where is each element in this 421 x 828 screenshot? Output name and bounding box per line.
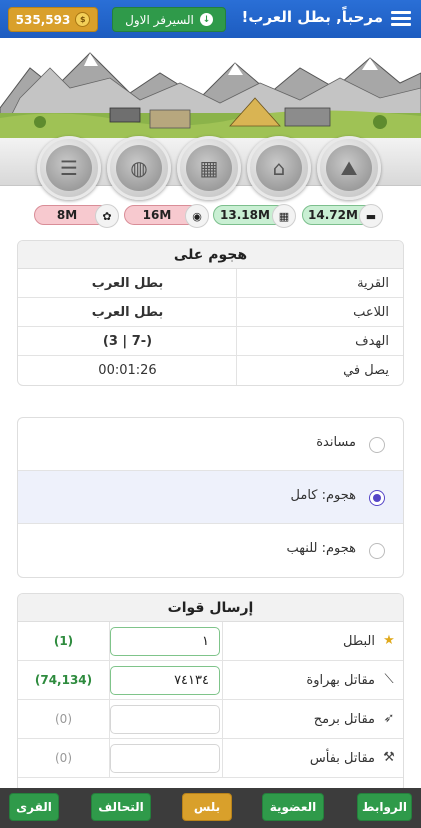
storage-icon: ◍ — [116, 145, 162, 191]
storage-building[interactable]: ◍ — [107, 136, 171, 200]
nav-plus-button[interactable]: بلس — [182, 793, 232, 821]
radio-button[interactable] — [369, 543, 385, 559]
troop-label: مقاتل بهراوة — [222, 661, 403, 699]
troop-available-count[interactable]: (1) — [18, 622, 110, 660]
download-icon: ↓ — [199, 13, 213, 26]
welcome-text: مرحباً, بطل العرب! — [241, 8, 383, 26]
club-icon: ⟋ — [384, 672, 394, 687]
gold-balance[interactable]: 535,593 $ — [8, 7, 98, 32]
troop-row: مقاتل بفأس ⚒ (0) — [18, 739, 403, 778]
radio-button[interactable] — [369, 437, 385, 453]
nav-membership-button[interactable]: العضوية — [262, 793, 324, 821]
village-landscape — [0, 38, 421, 138]
option-support[interactable]: مساندة — [18, 418, 403, 471]
card-title: هجوم على — [18, 241, 403, 269]
resource-wood: 14.72M ▬ — [302, 204, 383, 228]
mountain-icon: ⛰ — [326, 145, 372, 191]
troop-row: مقاتل برمح ➶ (0) — [18, 700, 403, 739]
resources-building[interactable]: ⛰ — [317, 136, 381, 200]
bottom-nav: الروابط العضوية بلس التحالف القرى — [0, 788, 421, 828]
server-button[interactable]: السيرفر الاول ↓ — [112, 7, 226, 32]
resource-value: 14.72M — [308, 208, 358, 222]
iron-icon: ◉ — [185, 204, 209, 228]
village-link[interactable]: بطل العرب — [18, 269, 237, 297]
troop-quantity-input[interactable] — [110, 705, 220, 734]
scroll-icon: ☰ — [46, 145, 92, 191]
nav-villages-button[interactable]: القرى — [9, 793, 59, 821]
menu-icon[interactable] — [391, 8, 411, 28]
resource-wheat: 8M ✿ — [34, 204, 119, 228]
radio-button[interactable] — [369, 490, 385, 506]
troop-available-count[interactable]: (74,134) — [18, 661, 110, 699]
player-link[interactable]: بطل العرب — [18, 298, 237, 326]
wood-icon: ▬ — [359, 204, 383, 228]
troop-available-count: (0) — [18, 700, 110, 738]
info-row: القرية بطل العرب — [18, 269, 403, 298]
troop-quantity-input[interactable]: ١ — [110, 627, 220, 656]
nav-links-button[interactable]: الروابط — [357, 793, 412, 821]
troop-row: مقاتل بهراوة ⟋ ٧٤١٣٤ (74,134) — [18, 661, 403, 700]
map-building[interactable]: ▦ — [177, 136, 241, 200]
nav-alliance-button[interactable]: التحالف — [91, 793, 151, 821]
info-row: يصل في 00:01:26 — [18, 356, 403, 385]
info-label: يصل في — [236, 356, 403, 385]
resource-value: 8M — [56, 208, 78, 222]
attack-info-card: هجوم على القرية بطل العرب اللاعب بطل الع… — [17, 240, 404, 386]
option-label: هجوم: للنهب — [286, 541, 356, 556]
option-label: مساندة — [316, 435, 356, 450]
info-row: اللاعب بطل العرب — [18, 298, 403, 327]
resource-value: 16M — [142, 208, 172, 222]
map-icon: ▦ — [186, 145, 232, 191]
info-label: اللاعب — [236, 298, 403, 326]
clay-icon: ▦ — [272, 204, 296, 228]
option-full-attack[interactable]: هجوم: كامل — [18, 471, 403, 524]
troop-quantity-input[interactable] — [110, 744, 220, 773]
option-raid[interactable]: هجوم: للنهب — [18, 524, 403, 577]
landscape-illustration — [0, 38, 421, 138]
target-coords[interactable]: (-7 | 3) — [18, 327, 237, 355]
option-label: هجوم: كامل — [290, 488, 356, 503]
top-bar: مرحباً, بطل العرب! السيرفر الاول ↓ 535,5… — [0, 0, 421, 38]
resource-value: 13.18M — [220, 208, 270, 222]
card-title: إرسال قوات — [18, 594, 403, 622]
resource-iron: 16M ◉ — [124, 204, 209, 228]
troop-label: البطل — [222, 622, 403, 660]
troop-available-count: (0) — [18, 739, 110, 777]
info-label: القرية — [236, 269, 403, 297]
troop-label: مقاتل بفأس — [222, 739, 403, 777]
gold-amount: 535,593 — [15, 12, 71, 27]
axe-icon: ⚒ — [383, 750, 395, 765]
coin-icon: $ — [75, 12, 91, 27]
troop-row: البطل ★ ١ (1) — [18, 622, 403, 661]
arrival-time: 00:01:26 — [98, 363, 157, 378]
star-icon: ★ — [383, 633, 395, 648]
info-row: الهدف (-7 | 3) — [18, 327, 403, 356]
resource-clay: 13.18M ▦ — [213, 204, 296, 228]
troop-label: مقاتل برمح — [222, 700, 403, 738]
hut-icon: ⌂ — [256, 145, 302, 191]
wheat-icon: ✿ — [95, 204, 119, 228]
hut-building[interactable]: ⌂ — [247, 136, 311, 200]
attack-type-options: مساندة هجوم: كامل هجوم: للنهب — [17, 417, 404, 578]
send-troops-card: إرسال قوات البطل ★ ١ (1) مقاتل بهراوة ⟋ … — [17, 593, 404, 793]
info-label: الهدف — [236, 327, 403, 355]
server-label: السيرفر الاول — [125, 12, 194, 27]
spear-icon: ➶ — [383, 711, 395, 726]
troop-quantity-input[interactable]: ٧٤١٣٤ — [110, 666, 220, 695]
scroll-building[interactable]: ☰ — [37, 136, 101, 200]
